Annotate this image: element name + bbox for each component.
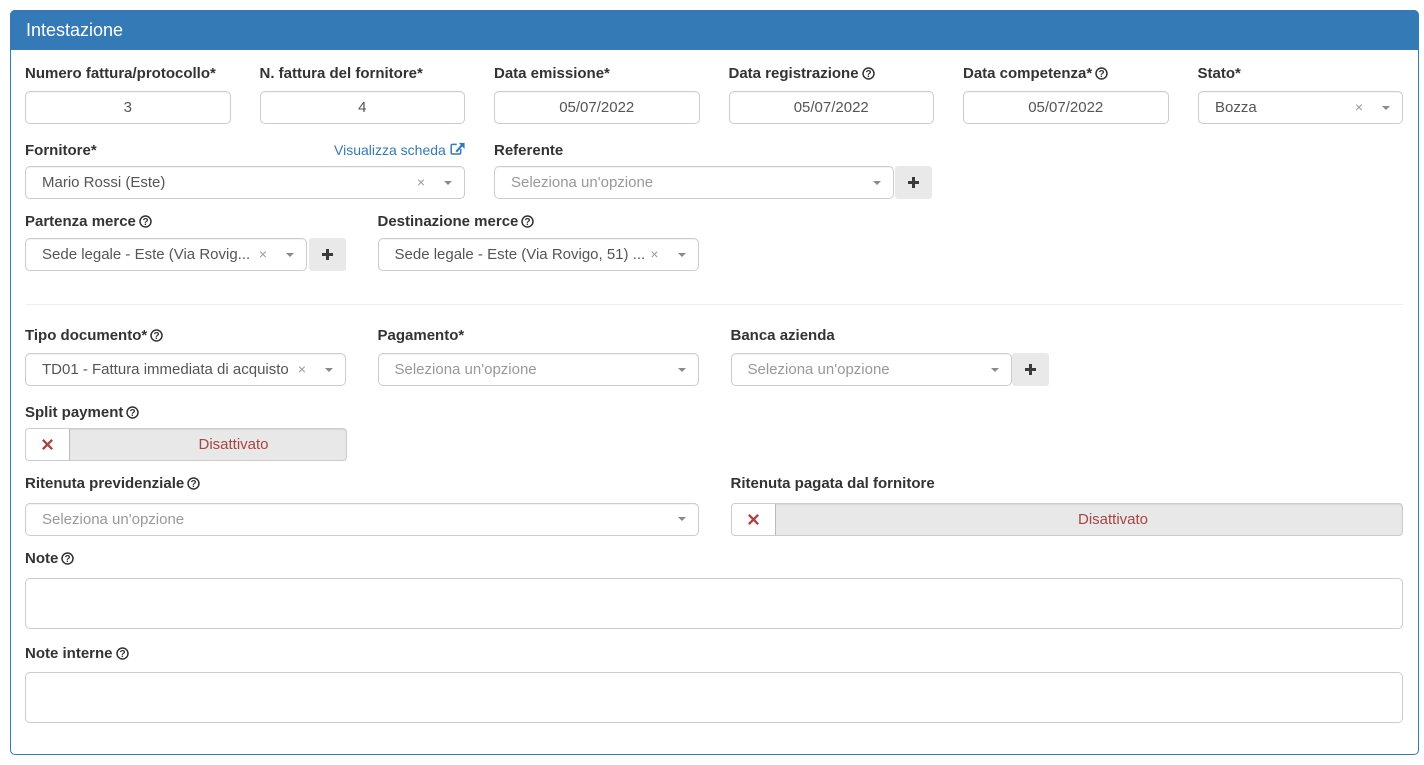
svg-text:?: ?: [154, 331, 160, 342]
svg-text:?: ?: [191, 479, 197, 490]
svg-text:?: ?: [130, 408, 136, 419]
svg-text:?: ?: [525, 217, 531, 228]
svg-text:?: ?: [119, 649, 125, 660]
svg-text:?: ?: [142, 217, 148, 228]
svg-text:?: ?: [865, 69, 871, 80]
svg-text:?: ?: [1099, 69, 1105, 80]
svg-text:?: ?: [65, 554, 71, 565]
